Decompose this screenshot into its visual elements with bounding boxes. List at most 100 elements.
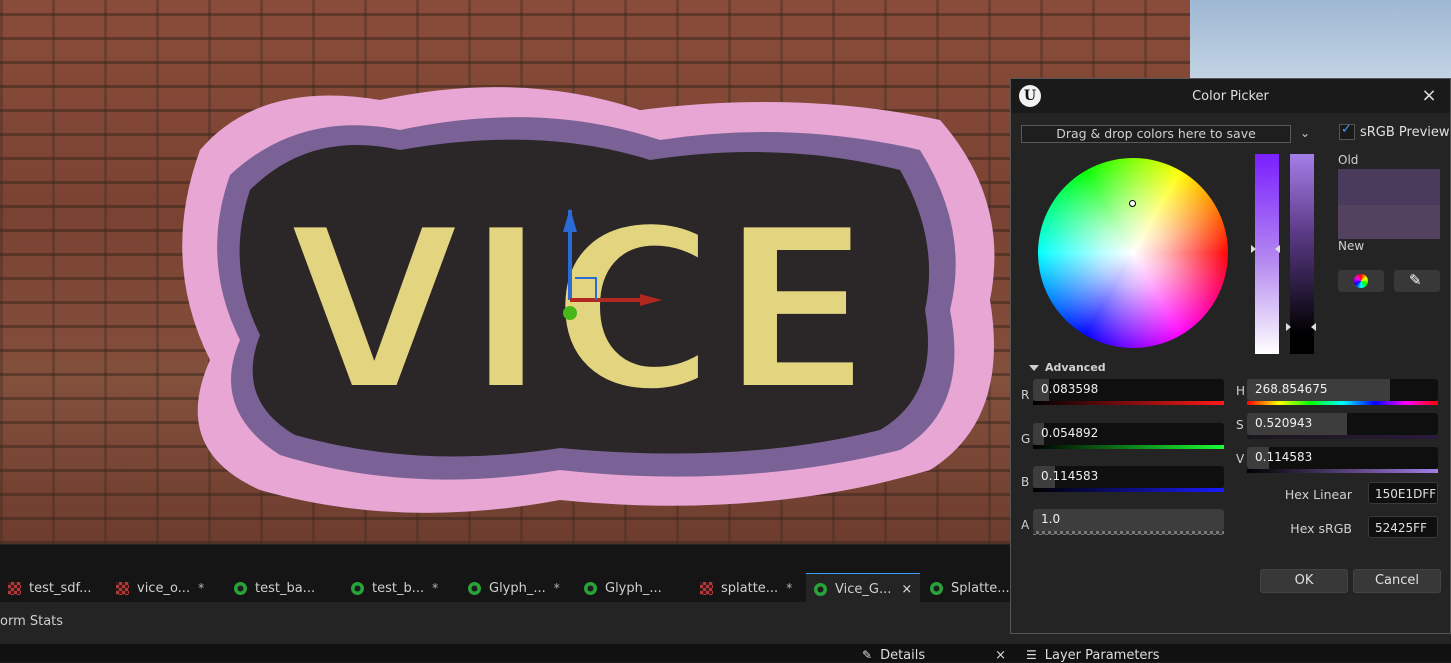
new-color-swatch xyxy=(1338,205,1440,239)
value-value: 0.114583 xyxy=(1255,450,1313,464)
alpha-fill xyxy=(1033,509,1224,531)
value-handle-right[interactable] xyxy=(1311,323,1316,331)
color-wheel-icon xyxy=(1354,274,1368,288)
tab-1[interactable]: vice_o... * xyxy=(108,573,212,603)
red-input[interactable]: 0.083598 xyxy=(1033,379,1224,401)
tab-label: Glyph_... xyxy=(489,580,546,596)
stats-label[interactable]: orm Stats xyxy=(0,614,63,629)
red-gradient xyxy=(1033,401,1224,405)
advanced-label: Advanced xyxy=(1045,361,1106,374)
bottom-panel-strip xyxy=(0,644,1451,662)
graffiti-decal: VICE xyxy=(182,87,995,513)
tab-label: test_sdf... xyxy=(29,580,92,596)
cancel-button[interactable]: Cancel xyxy=(1353,569,1441,593)
tab-2[interactable]: test_ba... xyxy=(226,573,323,603)
tab-5[interactable]: Glyph_... xyxy=(576,573,670,603)
close-button[interactable]: × xyxy=(1418,85,1440,107)
green-label: G xyxy=(1021,432,1031,446)
tab-3[interactable]: test_b... * xyxy=(343,573,446,603)
hex-linear-input[interactable]: 150E1DFF xyxy=(1368,482,1438,504)
hue-input[interactable]: 268.854675 xyxy=(1247,379,1438,401)
old-color-label: Old xyxy=(1338,153,1359,167)
alpha-input[interactable]: 1.0 xyxy=(1033,509,1224,531)
blue-gradient xyxy=(1033,488,1224,492)
material-icon xyxy=(468,581,481,595)
alpha-value: 1.0 xyxy=(1041,512,1061,526)
saturation-slider[interactable] xyxy=(1255,154,1279,354)
alpha-gradient xyxy=(1033,531,1224,535)
tab-close-icon[interactable]: × xyxy=(901,582,912,597)
tab-0[interactable]: test_sdf... xyxy=(0,573,100,603)
tab-4[interactable]: Glyph_... * xyxy=(460,573,568,603)
srgb-preview-toggle[interactable]: sRGB Preview xyxy=(1339,122,1450,140)
details-tab[interactable]: ✎ Details × xyxy=(862,647,1006,663)
ok-button[interactable]: OK xyxy=(1260,569,1348,593)
gizmo-y-handle[interactable] xyxy=(563,306,577,320)
layer-parameters-label: Layer Parameters xyxy=(1044,647,1160,663)
hex-linear-label: Hex Linear xyxy=(1284,487,1352,502)
material-icon xyxy=(930,581,943,595)
material-icon xyxy=(351,581,364,595)
hex-srgb-input[interactable]: 52425FF xyxy=(1368,516,1438,538)
texture-icon xyxy=(700,581,713,595)
tab-label: vice_o... xyxy=(137,580,191,596)
graffiti-letters: VICE xyxy=(285,178,875,445)
value-gradient xyxy=(1247,469,1438,473)
value-input[interactable]: 0.114583 xyxy=(1247,447,1438,469)
triangle-down-icon xyxy=(1029,365,1039,371)
color-picker-window: U Color Picker × Drag & drop colors here… xyxy=(1010,78,1451,634)
green-value: 0.054892 xyxy=(1041,426,1099,440)
saturation-input[interactable]: 0.520943 xyxy=(1247,413,1438,435)
color-wheel-marker[interactable] xyxy=(1129,200,1136,207)
blue-input[interactable]: 0.114583 xyxy=(1033,466,1224,488)
pencil-icon: ✎ xyxy=(862,648,873,662)
color-wheel[interactable] xyxy=(1038,158,1228,348)
color-picker-title: Color Picker xyxy=(1192,89,1269,104)
sky-background xyxy=(1190,0,1451,90)
texture-icon xyxy=(8,581,21,595)
old-color-swatch[interactable] xyxy=(1338,169,1440,205)
blue-label: B xyxy=(1021,475,1030,489)
saturation-handle-right[interactable] xyxy=(1275,245,1280,253)
chevron-down-icon[interactable]: ⌄ xyxy=(1297,123,1313,143)
tab-label: Vice_G... xyxy=(835,581,892,597)
saved-colors-drop-zone[interactable]: Drag & drop colors here to save xyxy=(1021,125,1291,143)
green-input[interactable]: 0.054892 xyxy=(1033,423,1224,445)
material-icon xyxy=(814,582,827,596)
hue-gradient xyxy=(1247,401,1438,405)
blue-value: 0.114583 xyxy=(1041,469,1099,483)
color-wheel-mode-button[interactable] xyxy=(1338,270,1384,292)
tab-7[interactable]: Vice_G... × xyxy=(806,573,921,604)
value-handle-left[interactable] xyxy=(1286,323,1291,331)
green-gradient xyxy=(1033,445,1224,449)
hue-value: 268.854675 xyxy=(1255,382,1328,396)
value-label: V xyxy=(1236,452,1245,466)
saturation-gradient xyxy=(1247,435,1438,439)
saturation-label: S xyxy=(1236,418,1244,432)
saturation-value: 0.520943 xyxy=(1255,416,1313,430)
material-icon xyxy=(234,581,247,595)
modified-marker: * xyxy=(553,581,560,595)
tab-label: test_b... xyxy=(372,580,425,596)
advanced-section-header[interactable]: Advanced xyxy=(1029,361,1106,374)
alpha-label: A xyxy=(1021,518,1030,532)
modified-marker: * xyxy=(198,581,205,595)
details-tab-label: Details xyxy=(880,647,926,663)
tab-6[interactable]: splatte... * xyxy=(692,573,800,603)
hue-label: H xyxy=(1236,384,1246,398)
new-color-label: New xyxy=(1338,239,1365,253)
texture-icon xyxy=(116,581,129,595)
srgb-preview-checkbox[interactable] xyxy=(1339,122,1355,140)
details-close-icon[interactable]: × xyxy=(995,648,1006,663)
red-value: 0.083598 xyxy=(1041,382,1099,396)
eyedropper-button[interactable]: ✎ xyxy=(1394,270,1440,292)
material-icon xyxy=(584,581,597,595)
tab-label: Glyph_... xyxy=(605,580,662,596)
saturation-handle-left[interactable] xyxy=(1251,245,1256,253)
srgb-preview-label: sRGB Preview xyxy=(1360,124,1450,140)
layers-icon: ☰ xyxy=(1026,648,1037,662)
modified-marker: * xyxy=(786,581,793,595)
modified-marker: * xyxy=(432,581,439,595)
color-picker-titlebar[interactable]: U Color Picker × xyxy=(1011,79,1450,113)
layer-parameters-tab[interactable]: ☰ Layer Parameters xyxy=(1026,647,1160,663)
